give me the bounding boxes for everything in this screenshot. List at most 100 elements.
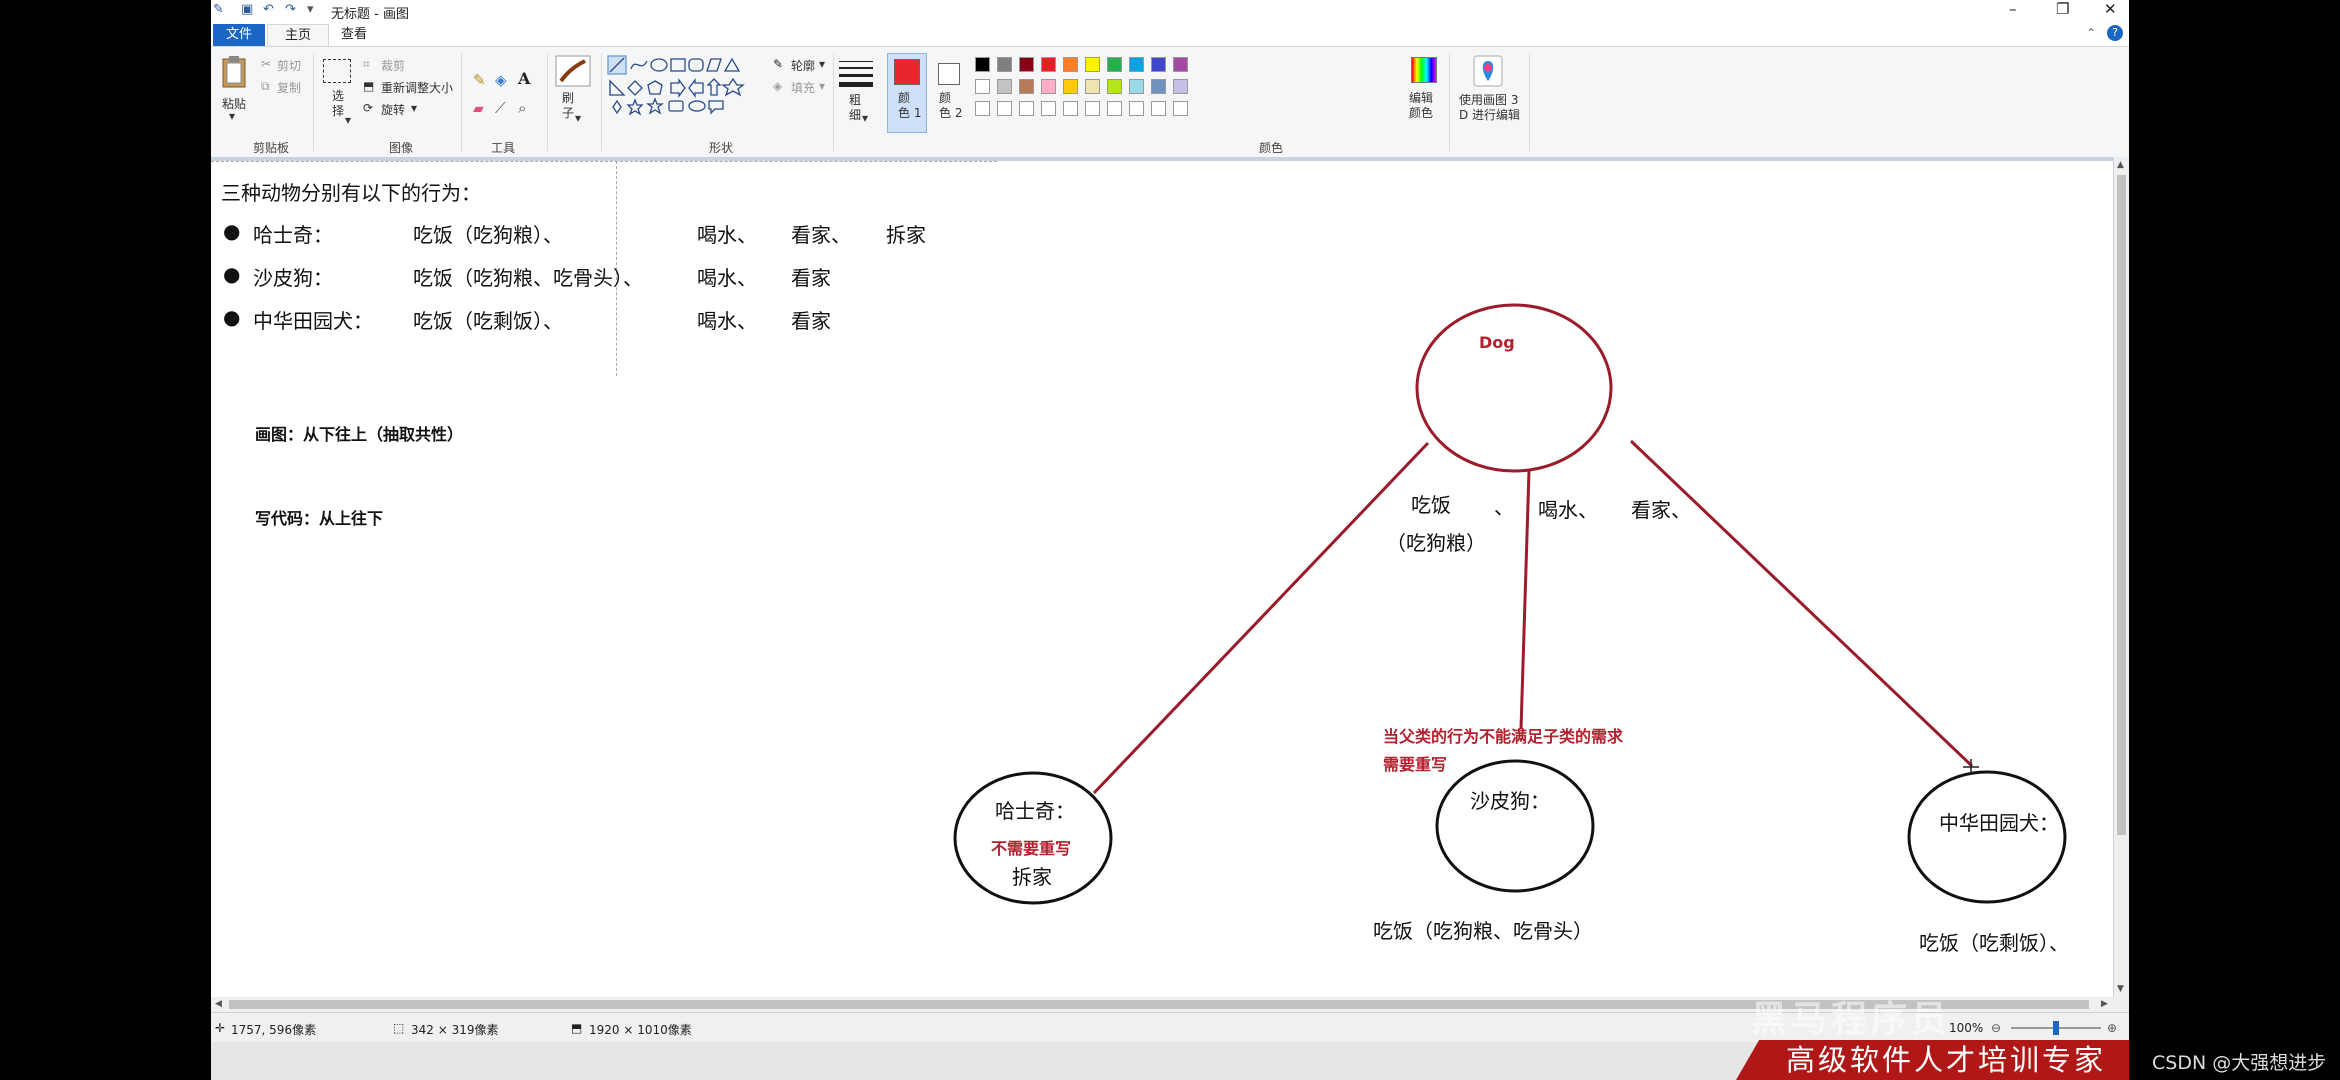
zoom-slider-thumb[interactable] <box>2053 1021 2059 1035</box>
crop-icon[interactable]: ⌗ <box>363 57 370 72</box>
copy-icon[interactable]: ⧉ <box>261 79 270 94</box>
text-tool-icon[interactable]: A <box>518 69 530 88</box>
outline-dropdown-icon[interactable]: ▾ <box>819 57 825 71</box>
shapes-gallery[interactable] <box>607 55 767 119</box>
cut-icon[interactable]: ✂ <box>261 57 271 71</box>
minimize-button[interactable]: – <box>2009 0 2017 18</box>
palette-swatch[interactable] <box>1129 79 1144 94</box>
palette-swatch[interactable] <box>1063 57 1078 72</box>
scroll-right-icon[interactable]: ▶ <box>2101 999 2108 1009</box>
color1-label: 颜 色 1 <box>898 91 922 120</box>
help-button[interactable]: ? <box>2107 25 2123 41</box>
palette-swatch[interactable] <box>1129 57 1144 72</box>
undo-icon[interactable]: ↶ <box>263 2 274 17</box>
palette-swatch[interactable] <box>1041 57 1056 72</box>
edit-colors-icon[interactable] <box>1411 57 1437 83</box>
palette-swatch[interactable] <box>1173 57 1188 72</box>
palette-swatch[interactable] <box>1085 57 1100 72</box>
rotate-icon[interactable]: ⟳ <box>363 101 373 115</box>
drawing-canvas[interactable]: 三种动物分别有以下的行为： ● 哈士奇： 吃饭（吃狗粮）、 喝水、 看家、 拆家… <box>211 161 2113 997</box>
eraser-icon[interactable]: ▰ <box>473 101 484 117</box>
color-picker-icon[interactable]: ⟋ <box>495 99 506 117</box>
tab-file[interactable]: 文件 <box>213 24 265 46</box>
paste-dropdown-icon[interactable]: ▾ <box>229 109 235 123</box>
palette-swatch[interactable] <box>1173 79 1188 94</box>
inherit-line-husky <box>1092 441 1430 795</box>
palette-swatch[interactable] <box>1085 101 1100 116</box>
resize-icon[interactable]: ⬒ <box>363 79 374 93</box>
rural-behavior-eat: 吃饭（吃剩饭）、 <box>1919 931 2069 955</box>
palette-swatch[interactable] <box>1173 101 1188 116</box>
zoom-out-icon[interactable]: ⊖ <box>1991 1021 2001 1035</box>
brushes-dropdown-icon[interactable]: ▾ <box>575 111 581 125</box>
palette-swatch[interactable] <box>975 57 990 72</box>
close-button[interactable]: ✕ <box>2104 0 2117 18</box>
outline-icon[interactable]: ✎ <box>773 57 783 71</box>
palette-swatch[interactable] <box>975 79 990 94</box>
size-button[interactable]: 粗 细 <box>849 93 861 123</box>
copy-button[interactable]: 复制 <box>277 79 301 96</box>
palette-swatch[interactable] <box>997 101 1012 116</box>
zoom-level: 100% <box>1949 1021 1984 1035</box>
husky-behavior-extra: 拆家 <box>1012 865 1052 889</box>
select-dropdown-icon[interactable]: ▾ <box>345 113 351 127</box>
paint3d-icon[interactable] <box>1473 55 1503 87</box>
palette-swatch[interactable] <box>1041 101 1056 116</box>
palette-swatch[interactable] <box>1085 79 1100 94</box>
palette-swatch[interactable] <box>1063 79 1078 94</box>
vertical-scroll-thumb[interactable] <box>2117 175 2126 835</box>
palette-swatch[interactable] <box>1151 57 1166 72</box>
pencil-icon[interactable]: ✎ <box>473 71 486 89</box>
scroll-up-icon[interactable]: ▲ <box>2117 160 2124 170</box>
palette-swatch[interactable] <box>1019 101 1034 116</box>
brush-icon[interactable] <box>555 55 591 87</box>
palette-swatch[interactable] <box>997 57 1012 72</box>
palette-swatch[interactable] <box>1107 101 1122 116</box>
palette-swatch[interactable] <box>997 79 1012 94</box>
tab-home[interactable]: 主页 <box>267 24 329 47</box>
paste-icon[interactable] <box>221 55 247 89</box>
palette-swatch[interactable] <box>1129 101 1144 116</box>
select-icon[interactable] <box>323 59 351 83</box>
size-icon[interactable] <box>839 59 873 89</box>
select-button[interactable]: 选 择 <box>332 89 344 119</box>
resize-button[interactable]: 重新调整大小 <box>381 79 453 96</box>
paint3d-button[interactable]: 使用画图 3 D 进行编辑 <box>1459 93 1520 123</box>
rotate-dropdown-icon[interactable]: ▾ <box>411 101 417 115</box>
override-note-line2: 需要重写 <box>1383 755 1448 774</box>
palette-swatch[interactable] <box>1151 79 1166 94</box>
crop-button[interactable]: 裁剪 <box>381 57 405 74</box>
scroll-down-icon[interactable]: ▼ <box>2117 984 2124 994</box>
fill-button[interactable]: 填充 <box>791 79 815 96</box>
fill-icon[interactable]: ◈ <box>495 71 507 89</box>
redo-icon[interactable]: ↷ <box>285 2 296 17</box>
color1-swatch[interactable] <box>894 59 920 85</box>
palette-swatch[interactable] <box>1107 57 1122 72</box>
sharpei-class-circle <box>1435 759 1595 893</box>
size-dropdown-icon[interactable]: ▾ <box>862 111 868 125</box>
scroll-left-icon[interactable]: ◀ <box>215 999 222 1009</box>
magnifier-icon[interactable]: ⌕ <box>518 99 526 117</box>
color2-swatch[interactable] <box>938 63 960 85</box>
rotate-button[interactable]: 旋转 <box>381 101 405 118</box>
fill-dropdown-icon[interactable]: ▾ <box>819 79 825 93</box>
palette-swatch[interactable] <box>1063 101 1078 116</box>
palette-swatch[interactable] <box>975 101 990 116</box>
palette-swatch[interactable] <box>1041 79 1056 94</box>
collapse-ribbon-icon[interactable]: ⌃ <box>2086 26 2096 40</box>
quick-access-dropdown-icon[interactable]: ▾ <box>307 2 314 17</box>
palette-swatch[interactable] <box>1019 57 1034 72</box>
zoom-in-icon[interactable]: ⊕ <box>2107 1021 2117 1035</box>
fill-shape-icon[interactable]: ◈ <box>773 79 782 93</box>
tab-view[interactable]: 查看 <box>329 24 379 46</box>
brushes-button[interactable]: 刷 子 <box>562 91 574 121</box>
palette-swatch[interactable] <box>1151 101 1166 116</box>
cut-button[interactable]: 剪切 <box>277 57 301 74</box>
palette-swatch[interactable] <box>1019 79 1034 94</box>
outline-button[interactable]: 轮廓 <box>791 57 815 74</box>
palette-swatch[interactable] <box>1107 79 1122 94</box>
save-icon[interactable]: ▣ <box>241 2 253 17</box>
restore-button[interactable]: ❐ <box>2056 0 2069 18</box>
edit-colors-button[interactable]: 编辑 颜色 <box>1409 91 1433 121</box>
divider <box>313 53 314 151</box>
